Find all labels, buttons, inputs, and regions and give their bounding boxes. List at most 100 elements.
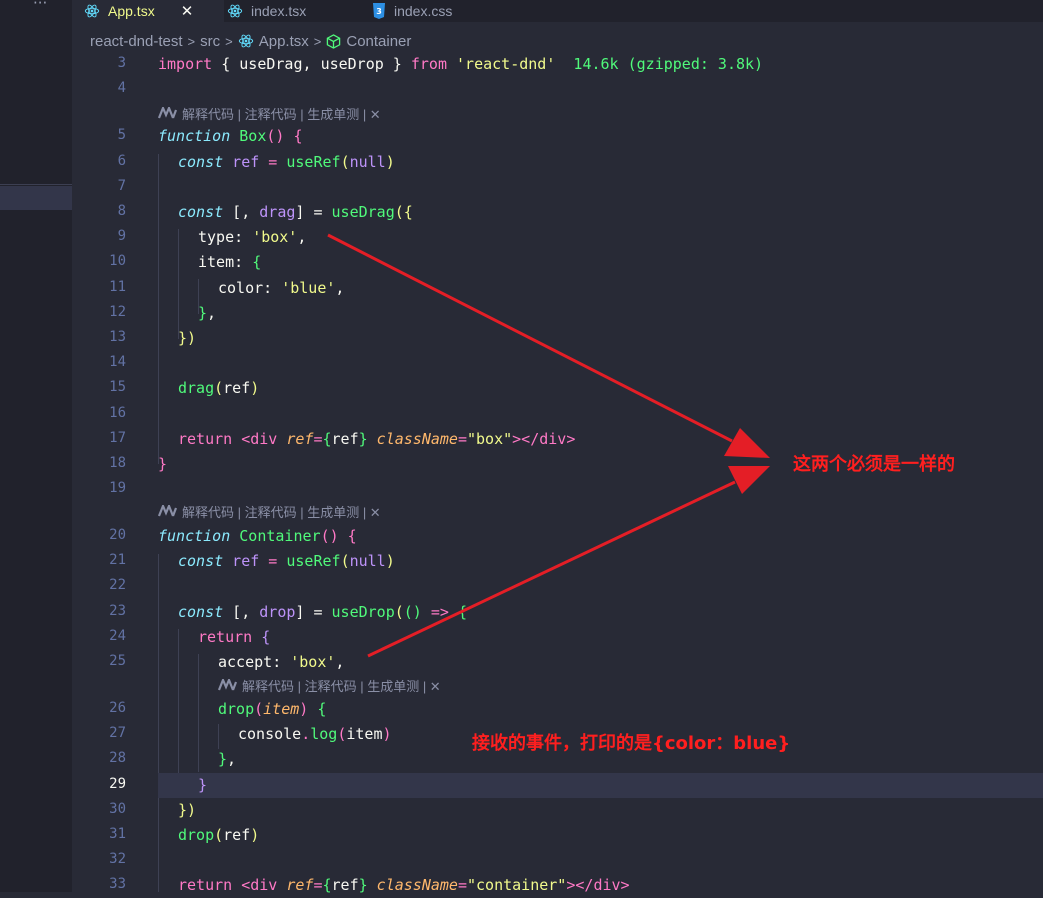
code-line[interactable]: 17 return <div ref={ref} className="box"… [72,427,1043,452]
code-line[interactable]: 22 [72,574,1043,599]
code-line[interactable]: 33 return <div ref={ref} className="cont… [72,873,1043,898]
line-number: 11 [109,279,126,295]
line-number: 13 [109,329,126,345]
code-line[interactable]: 24 return { [72,625,1043,650]
line-number: 8 [117,203,126,219]
code-line[interactable]: 16 [72,402,1043,427]
code-line[interactable]: 23 const [, drop] = useDrop(() => { [72,600,1043,625]
breadcrumb: react-dnd-test > src > App.tsx > Contain… [90,30,411,52]
code-line[interactable]: 32 [72,848,1043,873]
line-number: 31 [109,826,126,842]
code-text: drag(ref) [178,379,260,397]
codelens-actions[interactable]: 解释代码 | 注释代码 | 生成单测 | ✕ [158,502,381,520]
codelens-actions[interactable]: 解释代码 | 注释代码 | 生成单测 | ✕ [158,104,381,122]
line-number: 22 [109,577,126,593]
ai-assistant-icon [158,107,178,119]
annotation-receive-label: 接收的事件，打印的是{color：blue} [472,733,791,754]
line-number: 23 [109,603,126,619]
code-text: const ref = useRef(null) [178,153,395,171]
code-text: return <div ref={ref} className="contain… [178,876,630,894]
line-number: 20 [109,527,126,543]
code-line[interactable]: 25 accept: 'box', [72,650,1043,675]
chevron-right-icon: > [225,33,233,49]
annotation-same-type-label: 这两个必须是一样的 [793,454,955,475]
ai-assistant-icon [218,679,238,691]
code-line[interactable]: 31 drop(ref) [72,823,1043,848]
line-number: 5 [117,127,126,143]
chevron-right-icon: > [187,33,196,49]
code-line[interactable]: 9 type: 'box', [72,225,1043,250]
css-icon: 3 [372,3,386,19]
code-text: const [, drag] = useDrag({ [178,203,413,221]
react-icon [227,3,243,19]
line-number: 32 [109,851,126,867]
line-number: 24 [109,628,126,644]
code-text: drop(item) { [218,700,327,718]
line-number: 14 [109,354,126,370]
code-line[interactable]: 20 function Container() { [72,524,1043,549]
breadcrumb-symbol[interactable]: Container [346,33,411,50]
code-line[interactable]: 6 const ref = useRef(null) [72,150,1043,175]
line-number: 30 [109,801,126,817]
code-line[interactable]: 29 } [72,773,1043,798]
tab-label: index.css [394,3,453,19]
line-number: 15 [109,379,126,395]
code-text: const ref = useRef(null) [178,552,395,570]
code-line[interactable]: 14 [72,351,1043,376]
code-line[interactable]: 4 [72,77,1043,102]
sidebar-divider [0,184,72,185]
code-text: return <div ref={ref} className="box"></… [178,430,576,448]
code-line[interactable]: 7 [72,175,1043,200]
code-text: accept: 'box', [218,653,345,671]
line-number: 27 [109,725,126,741]
tab-app-tsx[interactable]: App.tsx ✕ [72,0,224,22]
line-number: 33 [109,876,126,892]
line-number: 18 [109,455,126,471]
ai-assistant-icon [158,505,178,517]
code-text: }) [178,801,197,819]
codelens-label[interactable]: 解释代码 | 注释代码 | 生成单测 | ✕ [182,104,381,123]
code-text: item: { [198,253,262,271]
breadcrumb-project[interactable]: react-dnd-test [90,33,183,50]
codelens-label[interactable]: 解释代码 | 注释代码 | 生成单测 | ✕ [182,502,381,521]
activity-sidebar: ··· [0,0,72,892]
tab-label: index.tsx [251,3,307,19]
code-text: console.log(item) [238,725,392,743]
more-actions-icon[interactable]: ··· [33,0,47,12]
code-line[interactable]: 13 }) [72,326,1043,351]
breadcrumb-folder[interactable]: src [200,33,220,50]
codelens-actions[interactable]: 解释代码 | 注释代码 | 生成单测 | ✕ [218,676,441,694]
code-line[interactable]: 30 }) [72,798,1043,823]
line-number: 10 [109,253,126,269]
close-icon[interactable]: ✕ [181,2,194,20]
chevron-right-icon: > [313,33,322,49]
code-line[interactable]: 3 import { useDrag, useDrop } from 'reac… [72,52,1043,77]
code-line[interactable]: 10 item: { [72,250,1043,275]
code-text: }) [178,329,197,347]
line-number: 7 [117,178,126,194]
tab-label: App.tsx [108,3,155,19]
code-line[interactable]: 12 }, [72,301,1043,326]
sidebar-selected-item[interactable] [0,186,72,210]
line-number: 9 [117,228,126,244]
code-line[interactable]: 19 [72,477,1043,502]
line-number: 28 [109,750,126,766]
code-line[interactable]: 11 color: 'blue', [72,276,1043,301]
code-line[interactable]: 21 const ref = useRef(null) [72,549,1043,574]
code-line[interactable]: 15 drag(ref) [72,376,1043,401]
import-size-hint: 14.6k (gzipped: 3.8k) [555,55,764,73]
code-text: } [158,455,168,473]
line-number: 21 [109,552,126,568]
breadcrumb-file[interactable]: App.tsx [259,33,309,50]
codelens-label[interactable]: 解释代码 | 注释代码 | 生成单测 | ✕ [242,676,441,695]
code-line[interactable]: 8 const [, drag] = useDrag({ [72,200,1043,225]
code-text: import { useDrag, useDrop } from 'react-… [158,55,764,73]
tab-index-css[interactable]: 3 index.css [372,0,452,22]
line-number: 6 [117,153,126,169]
cube-icon [326,33,341,49]
code-line[interactable]: 26 drop(item) { [72,697,1043,722]
code-line[interactable]: 5 function Box() { [72,124,1043,149]
code-text: }, [198,304,217,322]
tab-index-tsx[interactable]: index.tsx [227,0,306,22]
line-number: 12 [109,304,126,320]
